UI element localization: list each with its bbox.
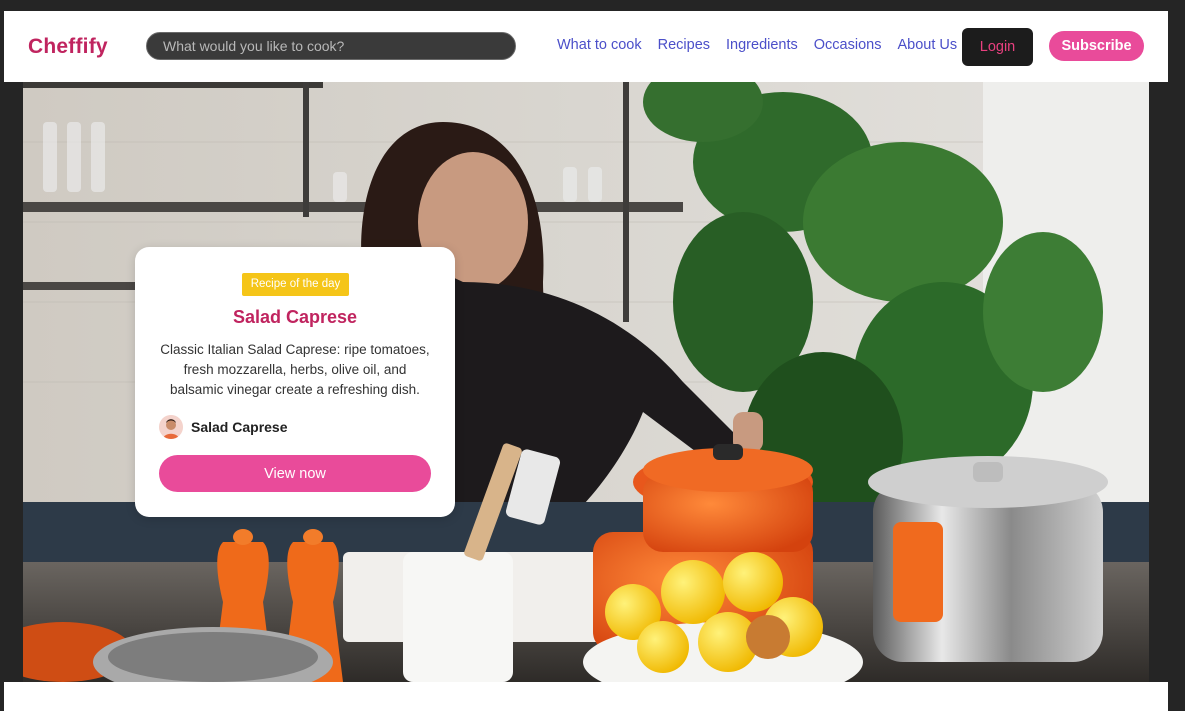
- nav-link-ingredients[interactable]: Ingredients: [726, 37, 798, 53]
- author-name: Salad Caprese: [191, 419, 288, 435]
- recipe-title: Salad Caprese: [232, 307, 358, 327]
- avatar-person-icon: [159, 415, 183, 439]
- author-avatar: [159, 415, 183, 439]
- subscribe-button[interactable]: Subscribe: [1049, 31, 1144, 61]
- recipe-description: Classic Italian Salad Caprese: ripe toma…: [160, 342, 430, 397]
- recipe-of-the-day-card: Recipe of the day Salad Caprese Classic …: [135, 247, 455, 517]
- recipe-of-the-day-badge: Recipe of the day: [242, 273, 349, 296]
- recipe-author: Salad Caprese: [159, 415, 288, 439]
- view-now-button[interactable]: View now: [159, 455, 431, 492]
- nav-link-what-to-cook[interactable]: What to cook: [557, 37, 642, 53]
- nav-link-occasions[interactable]: Occasions: [814, 37, 882, 53]
- brand-logo[interactable]: Cheffify: [28, 35, 108, 59]
- content-section-top: [4, 682, 1168, 711]
- main-nav: What to cook Recipes Ingredients Occasio…: [557, 37, 957, 53]
- search-input[interactable]: [146, 32, 516, 60]
- nav-link-about-us[interactable]: About Us: [897, 37, 957, 53]
- login-button[interactable]: Login: [962, 28, 1033, 66]
- nav-link-recipes[interactable]: Recipes: [658, 37, 710, 53]
- top-navbar: Cheffify What to cook Recipes Ingredient…: [4, 11, 1168, 82]
